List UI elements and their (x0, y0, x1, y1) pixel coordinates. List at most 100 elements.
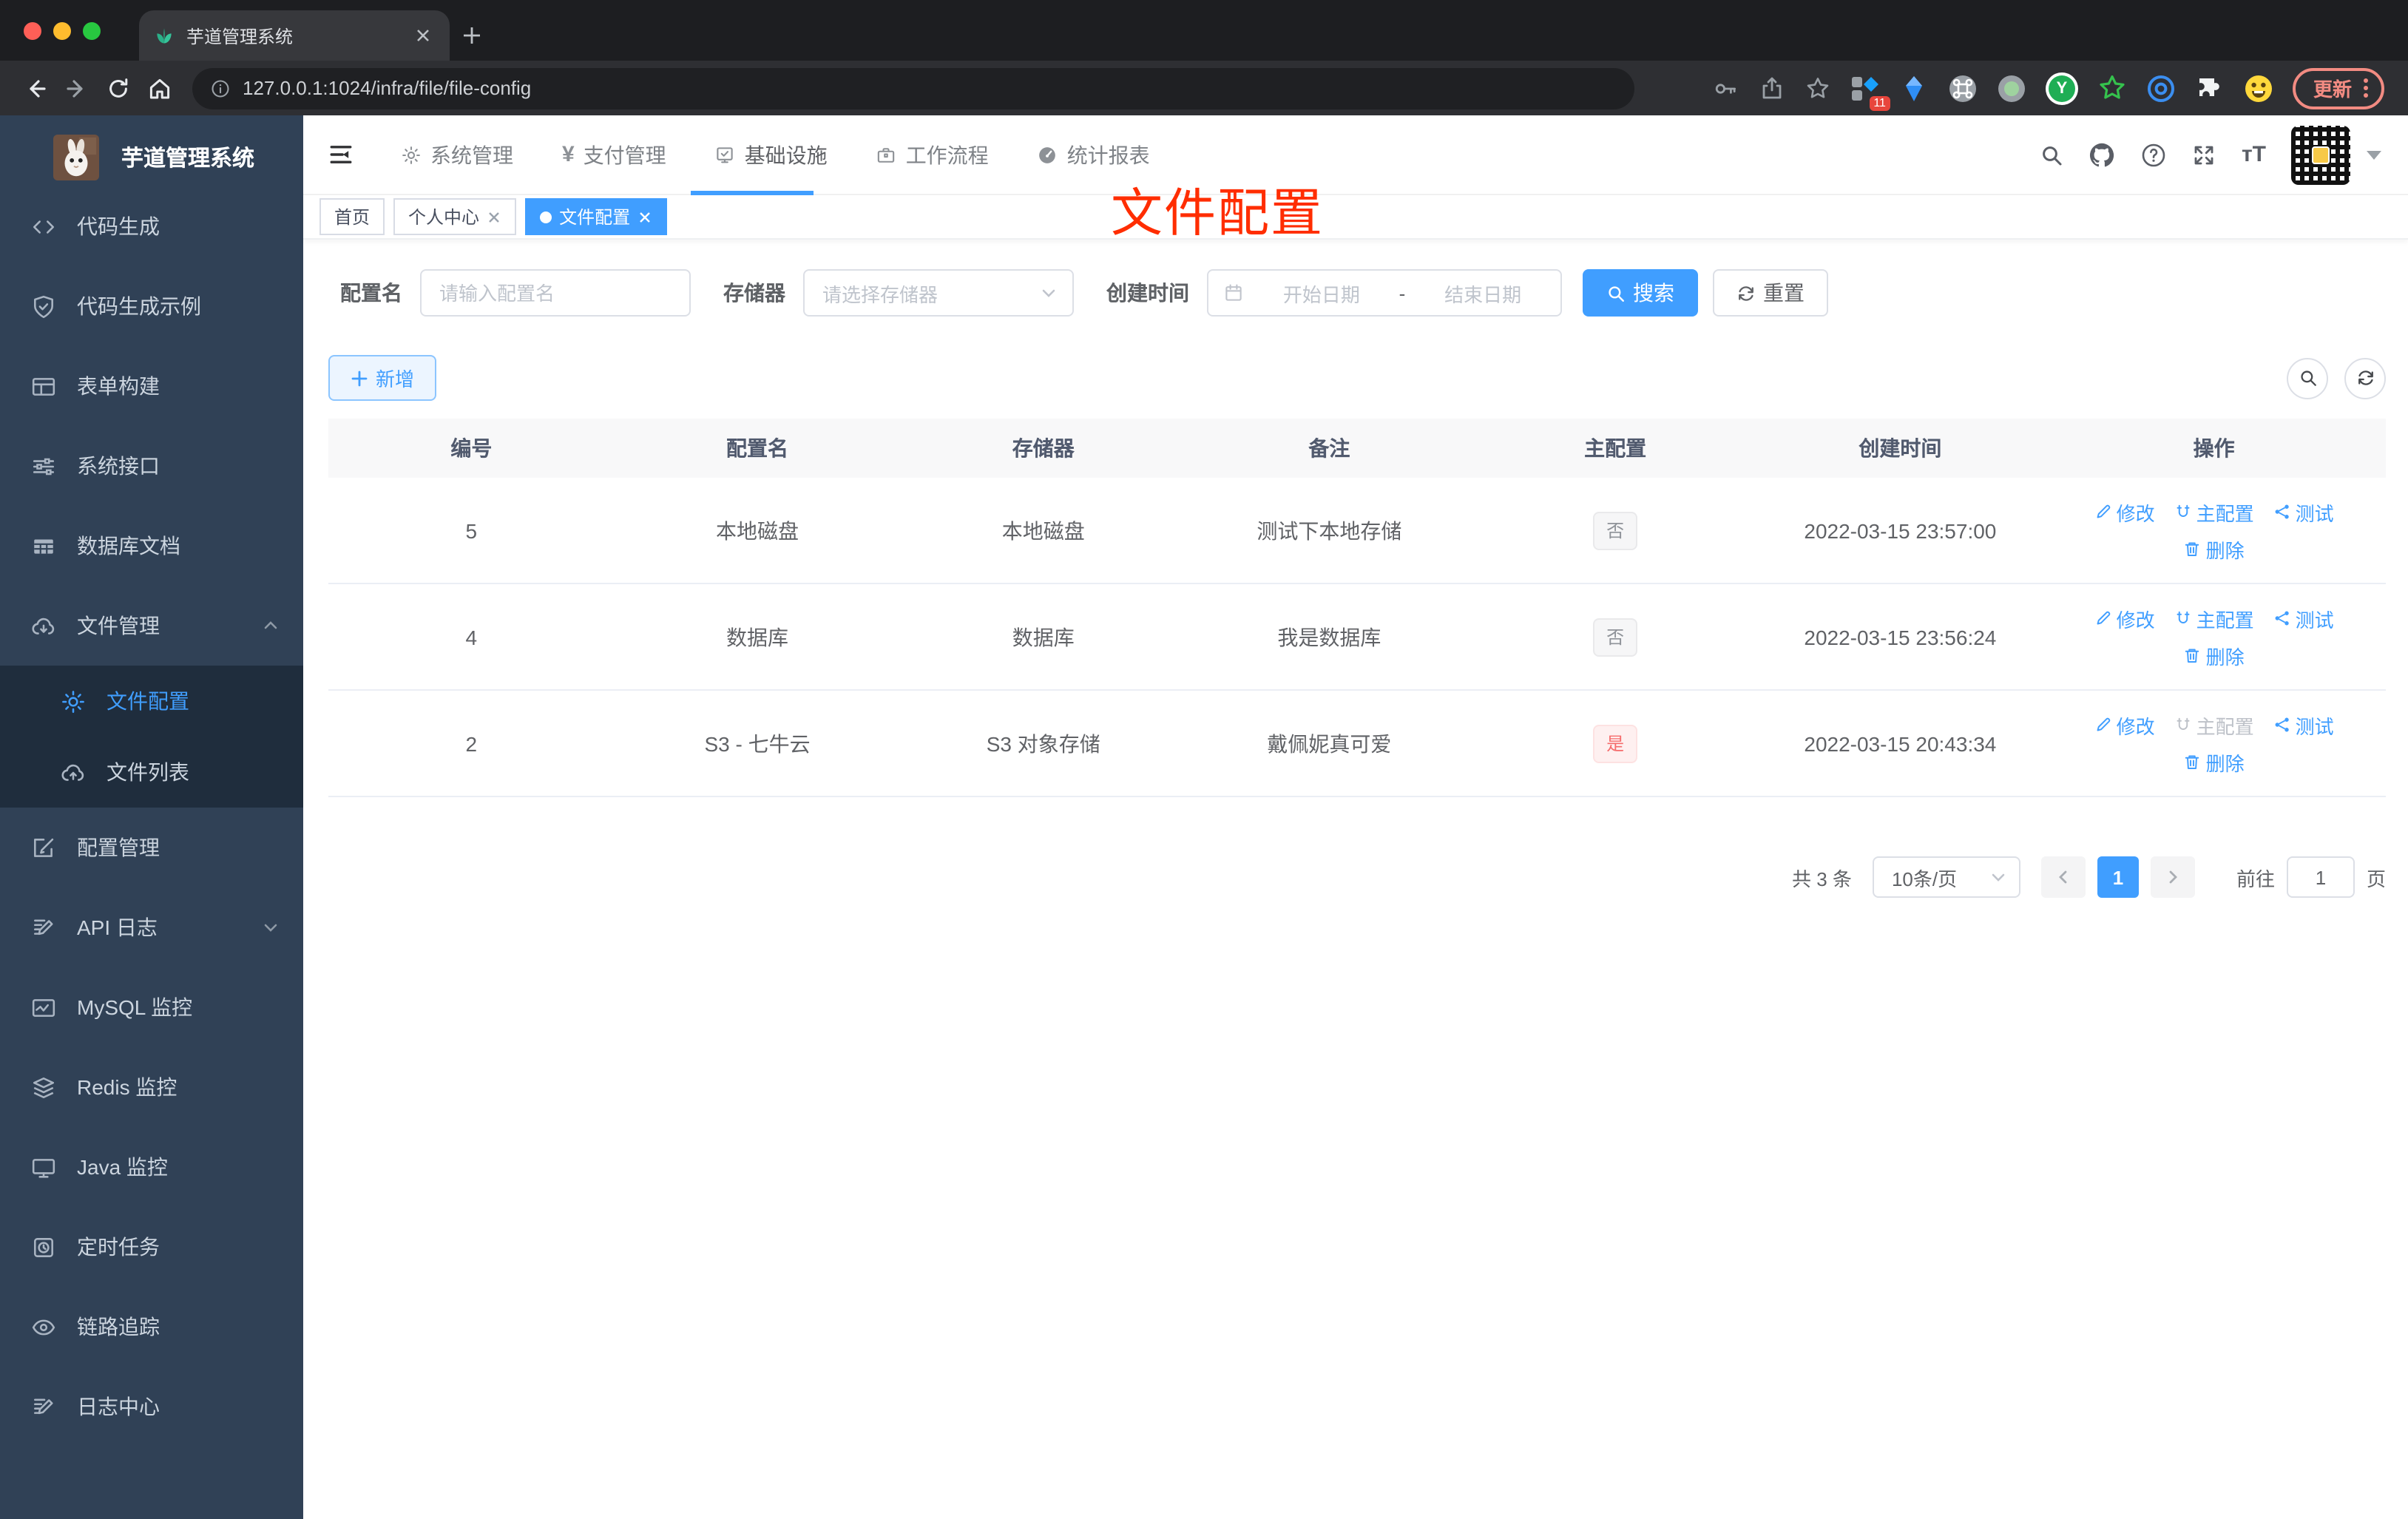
nav-system-management[interactable]: 系统管理 (401, 140, 513, 169)
master-config-button[interactable]: 主配置 (2174, 604, 2254, 632)
sidebar-item-config-management[interactable]: 配置管理 (0, 808, 303, 887)
sidebar-item-api-log[interactable]: API 日志 (0, 887, 303, 967)
reset-button[interactable]: 重置 (1713, 269, 1828, 317)
filter-storage-label: 存储器 (723, 281, 785, 305)
active-dot (540, 211, 552, 223)
sidebar-item-tracing[interactable]: 链路追踪 (0, 1287, 303, 1367)
refresh-table-button[interactable] (2344, 357, 2386, 399)
sidebar-item-code-gen-demo[interactable]: 代码生成示例 (0, 266, 303, 346)
extension-emoji-icon[interactable] (2244, 73, 2273, 103)
sidebar-item-scheduled-jobs[interactable]: 定时任务 (0, 1207, 303, 1287)
magnet-icon (2177, 717, 2190, 730)
code-icon (33, 220, 55, 233)
collapse-sidebar-icon[interactable] (322, 137, 358, 172)
start-date-placeholder: 开始日期 (1282, 283, 1360, 305)
add-button[interactable]: 新增 (328, 355, 437, 401)
pencil-icon (2097, 611, 2110, 625)
fullscreen-icon[interactable] (2193, 143, 2216, 166)
url-bar[interactable]: 127.0.0.1:1024/infra/file/file-config (192, 67, 1634, 109)
avatar-caret-icon[interactable] (2367, 150, 2381, 159)
test-button[interactable]: 测试 (2273, 604, 2334, 632)
nav-infrastructure[interactable]: 基础设施 (715, 140, 828, 169)
back-button[interactable] (15, 67, 56, 109)
nav-payment-management[interactable]: ¥ 支付管理 (562, 140, 666, 169)
tag-file-config[interactable]: 文件配置 (525, 198, 668, 235)
sidebar-item-file-management[interactable]: 文件管理 (0, 586, 303, 666)
edit-button[interactable]: 修改 (2094, 604, 2155, 632)
extension-y-icon[interactable]: Y (2045, 72, 2078, 104)
favicon-sprout-icon (157, 28, 172, 44)
date-range-picker[interactable]: 开始日期 - 结束日期 (1207, 269, 1562, 317)
next-page-button[interactable] (2150, 856, 2195, 898)
extension-command-icon[interactable] (1948, 73, 1978, 103)
extension-gem-icon[interactable] (1899, 73, 1929, 103)
sidebar-item-file-config[interactable]: 文件配置 (0, 666, 303, 737)
delete-button[interactable]: 删除 (2184, 641, 2245, 669)
delete-button[interactable]: 删除 (2184, 535, 2245, 563)
end-date-placeholder: 结束日期 (1444, 283, 1522, 305)
extension-eye-icon[interactable] (2146, 73, 2176, 103)
extension-tampermonkey-icon[interactable]: 11 (1850, 73, 1890, 110)
browser-update-button[interactable]: 更新 (2292, 67, 2384, 109)
trash-icon (2185, 542, 2199, 556)
chart-monitor-icon (32, 998, 55, 1016)
sidebar-item-form-builder[interactable]: 表单构建 (0, 346, 303, 426)
briefcase-icon (878, 147, 895, 162)
nav-reports[interactable]: 统计报表 (1038, 140, 1150, 169)
font-size-icon[interactable]: тT (2242, 142, 2266, 167)
prev-page-button[interactable] (2040, 856, 2086, 898)
extensions-puzzle-icon[interactable] (2195, 73, 2225, 103)
nav-workflow[interactable]: 工作流程 (876, 140, 989, 169)
show-search-button[interactable] (2287, 357, 2328, 399)
bookmark-star-icon[interactable] (1805, 75, 1831, 101)
site-info-icon[interactable] (210, 78, 231, 98)
sidebar-item-system-api[interactable]: 系统接口 (0, 426, 303, 506)
chevron-right-icon (2169, 870, 2177, 884)
tab-close-icon[interactable] (411, 24, 435, 47)
browser-menu-icon[interactable] (2364, 78, 2368, 98)
test-button[interactable]: 测试 (2273, 498, 2334, 526)
sidebar-item-log-center[interactable]: 日志中心 (0, 1367, 303, 1447)
search-button[interactable]: 搜索 (1583, 269, 1698, 317)
new-tab-button[interactable] (450, 10, 494, 61)
tag-home[interactable]: 首页 (319, 198, 385, 235)
forward-button[interactable] (56, 67, 98, 109)
page-size-select[interactable]: 10条/页 (1872, 856, 2020, 898)
extension-star-icon[interactable] (2097, 73, 2127, 103)
reload-button[interactable] (98, 67, 139, 109)
share-icon[interactable] (1759, 75, 1785, 101)
sidebar-item-java-monitor[interactable]: Java 监控 (0, 1127, 303, 1207)
avatar[interactable] (2291, 125, 2350, 184)
test-button[interactable]: 测试 (2273, 711, 2334, 739)
help-icon[interactable] (2141, 141, 2168, 168)
sidebar-item-mysql-monitor[interactable]: MySQL 监控 (0, 967, 303, 1047)
browser-tab[interactable]: 芋道管理系统 (139, 10, 450, 61)
delete-button[interactable]: 删除 (2184, 748, 2245, 776)
sidebar-item-file-list[interactable]: 文件列表 (0, 737, 303, 808)
storage-select[interactable]: 请选择存储器 (803, 269, 1074, 317)
close-icon[interactable] (637, 209, 652, 224)
github-icon[interactable] (2089, 141, 2116, 168)
search-icon[interactable] (2040, 143, 2064, 166)
zoom-window-button[interactable] (83, 21, 101, 39)
edit-button[interactable]: 修改 (2094, 498, 2155, 526)
home-button[interactable] (139, 67, 180, 109)
tag-profile[interactable]: 个人中心 (393, 198, 517, 235)
current-page-button[interactable]: 1 (2097, 856, 2139, 898)
master-config-button[interactable]: 主配置 (2174, 498, 2254, 526)
close-window-button[interactable] (24, 21, 41, 39)
cloud-download-icon (32, 617, 55, 634)
close-icon[interactable] (487, 209, 501, 224)
master-config-button-disabled: 主配置 (2174, 711, 2254, 739)
sidebar-item-db-doc[interactable]: 数据库文档 (0, 506, 303, 586)
config-name-input[interactable] (420, 269, 691, 317)
magnet-icon (2177, 611, 2190, 623)
goto-page-input[interactable] (2286, 856, 2355, 898)
extension-dot-icon[interactable] (1997, 73, 2026, 103)
edit-button[interactable]: 修改 (2094, 711, 2155, 739)
app-logo[interactable]: 芋道管理系统 (0, 127, 303, 186)
minimize-window-button[interactable] (53, 21, 71, 39)
sidebar-item-code-gen[interactable]: 代码生成 (0, 186, 303, 266)
sidebar-item-redis-monitor[interactable]: Redis 监控 (0, 1047, 303, 1127)
password-key-icon[interactable] (1713, 75, 1739, 101)
